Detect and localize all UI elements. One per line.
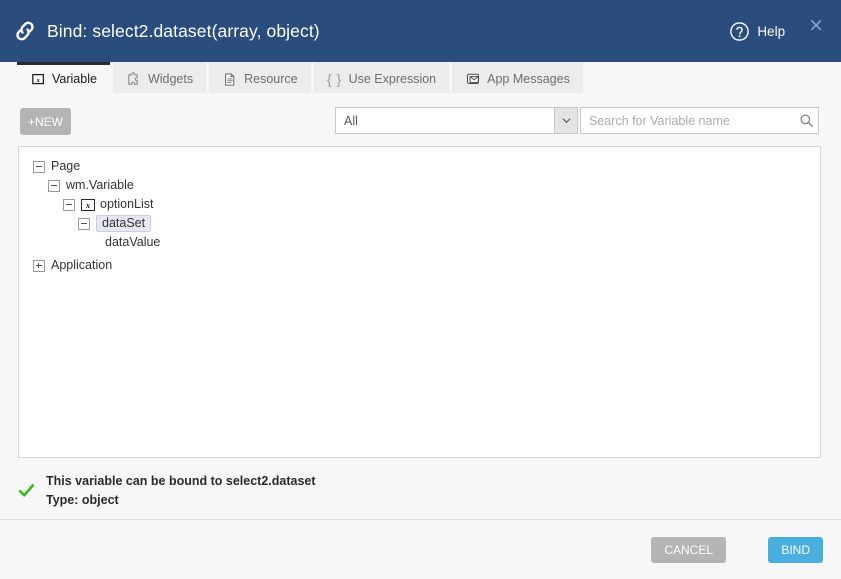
bind-status-text: This variable can be bound to select2.da… xyxy=(46,472,316,510)
variable-type-filter-value: All xyxy=(344,113,358,128)
tab-widgets-label: Widgets xyxy=(147,71,194,86)
curly-braces-icon: { } xyxy=(327,71,343,87)
document-icon xyxy=(222,71,238,87)
tree-node-optionlist[interactable]: x optionList xyxy=(19,195,820,214)
dialog-header-right: Help × xyxy=(729,0,841,62)
tab-variable[interactable]: x Variable xyxy=(17,62,110,93)
tree-node-page[interactable]: Page xyxy=(19,157,820,176)
tree-node-label: optionList xyxy=(100,197,154,212)
new-button[interactable]: +NEW xyxy=(20,108,72,135)
cancel-button[interactable]: CANCEL xyxy=(651,537,726,563)
tab-resource-label: Resource xyxy=(244,71,298,86)
bind-dialog: Bind: select2.dataset(array, object) Hel… xyxy=(0,0,841,579)
variable-icon: x xyxy=(30,71,46,87)
collapse-toggle-icon[interactable] xyxy=(48,179,60,192)
tab-resource[interactable]: Resource xyxy=(209,62,311,93)
expand-toggle-icon[interactable] xyxy=(33,259,45,272)
chevron-down-icon[interactable] xyxy=(554,108,577,133)
tree-node-label: dataSet xyxy=(96,215,152,232)
tree-node-label: dataValue xyxy=(105,235,161,250)
variable-tree-panel[interactable]: Page wm.Variable x optionList dataSet da… xyxy=(18,146,821,458)
tab-widgets[interactable]: Widgets xyxy=(112,62,207,93)
tree-node-label: Page xyxy=(51,159,81,174)
variable-type-filter[interactable]: All xyxy=(335,107,578,134)
tree-node-label: wm.Variable xyxy=(66,178,134,193)
toolbar: +NEW All xyxy=(0,104,841,142)
collapse-toggle-icon[interactable] xyxy=(78,217,90,230)
bind-status-message: This variable can be bound to select2.da… xyxy=(46,474,316,488)
search-input[interactable] xyxy=(581,112,794,129)
search-box[interactable] xyxy=(580,107,819,134)
collapse-toggle-icon[interactable] xyxy=(33,160,45,173)
tab-variable-label: Variable xyxy=(52,71,97,86)
puzzle-piece-icon xyxy=(126,71,142,87)
dialog-header-left: Bind: select2.dataset(array, object) xyxy=(0,18,320,44)
chain-link-icon xyxy=(12,18,38,44)
bind-status: This variable can be bound to select2.da… xyxy=(18,472,718,510)
bind-status-type: Type: object xyxy=(46,493,119,507)
tab-app-messages[interactable]: App Messages xyxy=(452,62,583,93)
tree-node-application[interactable]: Application xyxy=(19,256,820,275)
dialog-header: Bind: select2.dataset(array, object) Hel… xyxy=(0,0,841,62)
variable-icon: x xyxy=(81,198,95,211)
tab-app-messages-label: App Messages xyxy=(487,71,570,86)
tree-node-datavalue[interactable]: dataValue xyxy=(19,233,820,252)
question-circle-icon xyxy=(729,21,750,42)
dialog-footer: CANCEL BIND xyxy=(0,520,841,579)
bind-button[interactable]: BIND xyxy=(768,537,823,563)
search-icon[interactable] xyxy=(794,113,818,128)
tree-node-wm-variable[interactable]: wm.Variable xyxy=(19,176,820,195)
tab-bar: x Variable Widgets Resource {} Use Expr… xyxy=(0,62,841,103)
collapse-toggle-icon[interactable] xyxy=(63,198,75,211)
help-button[interactable]: Help xyxy=(729,21,785,42)
tree-node-dataset[interactable]: dataSet xyxy=(19,214,820,233)
tab-use-expression[interactable]: { } Use Expression xyxy=(313,62,450,93)
help-label: Help xyxy=(757,23,786,39)
green-check-icon xyxy=(18,482,35,499)
tree-node-label: Application xyxy=(51,258,113,273)
dialog-title: Bind: select2.dataset(array, object) xyxy=(47,20,320,41)
tab-use-expression-label: Use Expression xyxy=(348,71,437,86)
close-icon[interactable]: × xyxy=(805,14,827,37)
envelope-icon xyxy=(465,71,481,87)
